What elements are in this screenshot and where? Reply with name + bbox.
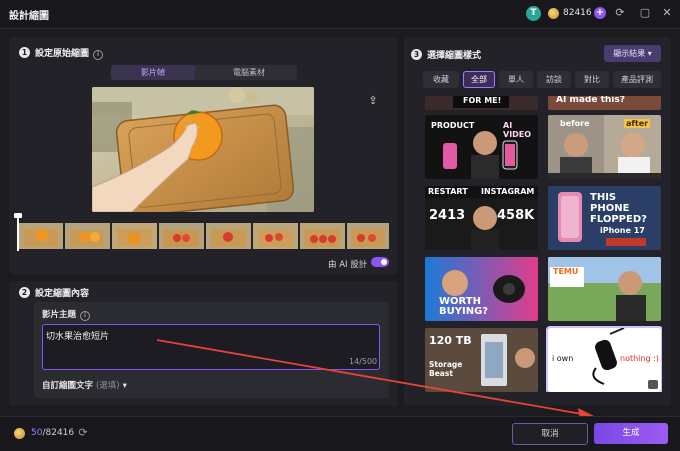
step1-title: 設定原始縮圖: [35, 49, 90, 59]
style-thumbnail-text: before: [560, 119, 590, 128]
tab-computer-assets[interactable]: 電腦素材: [207, 65, 291, 80]
source-toggle: 影片幀 電腦素材: [111, 65, 297, 80]
show-results-dropdown[interactable]: 顯示結果 ▾: [604, 45, 661, 62]
tab-compare[interactable]: 對比: [575, 71, 609, 88]
chevron-down-icon: ▾: [122, 381, 127, 391]
style-thumbnail-text: AI VIDEO: [503, 121, 532, 139]
step3-title: 選擇縮圖樣式: [427, 51, 482, 61]
custom-text-label: 自訂縮圖文字: [42, 381, 94, 391]
video-topic-label-text: 影片主題: [42, 310, 77, 320]
step2-number: 2: [19, 287, 30, 298]
refresh-icon[interactable]: ⟳: [76, 426, 90, 440]
tab-interview[interactable]: 訪談: [537, 71, 571, 88]
ai-design-label: 由 AI 設計: [328, 260, 368, 270]
thumbnail-style-grid: FOR ME! AI made this? PRODUCT AI VIDEO b…: [424, 96, 662, 392]
video-topic-value[interactable]: 切水果治愈短片: [46, 329, 109, 342]
frame-timeline[interactable]: [18, 223, 389, 249]
cutting-orange-image: [92, 87, 314, 212]
style-thumbnail-text: PRODUCT: [431, 121, 475, 130]
upload-icon[interactable]: ⇪: [366, 94, 380, 108]
style-thumbnail-text: RESTART: [428, 187, 468, 196]
style-thumbnail-text: WORTH BUYING?: [439, 296, 489, 317]
style-thumbnail-text: after: [624, 119, 651, 128]
style-thumbnail-text: i own: [552, 354, 574, 363]
refresh-icon[interactable]: ⟳: [613, 6, 627, 20]
style-thumbnail[interactable]: PRODUCT AI VIDEO: [425, 115, 538, 179]
timeline-frame[interactable]: [112, 223, 157, 249]
step2-heading: 2 設定縮圖內容: [19, 286, 89, 299]
style-thumbnail-text: INSTAGRAM: [481, 187, 535, 196]
chevron-down-icon: ▾: [647, 49, 652, 58]
char-counter: 14/500: [349, 357, 378, 366]
tab-video-frame[interactable]: 影片幀: [111, 65, 195, 80]
timeline-frame[interactable]: [300, 223, 345, 249]
style-thumbnail[interactable]: before after: [548, 115, 661, 179]
step1-heading: 1 設定原始縮圖 i: [19, 46, 104, 60]
tab-single[interactable]: 單人: [499, 71, 533, 88]
style-thumbnail-text: Storage Beast: [429, 360, 463, 378]
coin-icon: [14, 428, 25, 439]
coin-icon: [548, 8, 559, 19]
style-thumbnail[interactable]: TEMU: [548, 257, 661, 321]
style-thumbnail[interactable]: RESTART INSTAGRAM 2413 458K: [425, 186, 538, 250]
tab-favorites[interactable]: 收藏: [423, 71, 459, 88]
ai-design-toggle[interactable]: [371, 257, 389, 267]
credits-used: 50: [31, 428, 43, 438]
frame-preview: [92, 87, 314, 212]
maximize-icon[interactable]: ▢: [638, 6, 652, 20]
style-thumbnail-text: 120 TB: [429, 334, 472, 347]
style-thumbnail[interactable]: AI made this?: [548, 96, 661, 110]
timeline-frame[interactable]: [253, 223, 298, 249]
tab-product-review[interactable]: 產品評測: [613, 71, 661, 88]
style-thumbnail[interactable]: WORTH BUYING?: [425, 257, 538, 321]
style-thumbnail-text: iPhone 17: [600, 226, 645, 235]
step1-number: 1: [19, 47, 30, 58]
add-credits-button[interactable]: +: [594, 7, 606, 19]
timeline-frame[interactable]: [347, 223, 389, 249]
timeline-frame[interactable]: [18, 223, 63, 249]
info-icon[interactable]: i: [80, 311, 91, 321]
style-thumbnail-text: AI made this?: [556, 96, 625, 105]
step3-number: 3: [411, 49, 422, 60]
style-thumbnail-text: 458K: [497, 208, 535, 223]
credit-cost: 50/82416: [31, 428, 74, 438]
title-bar: 設計縮圖 T 82416 + ⟳ ▢ ✕: [0, 0, 680, 29]
timeline-frame[interactable]: [159, 223, 204, 249]
custom-text-toggle[interactable]: 自訂縮圖文字 (選填) ▾: [42, 379, 127, 391]
style-thumbnail-text: TEMU: [553, 267, 579, 276]
info-icon[interactable]: i: [93, 50, 104, 60]
credit-balance: 82416: [563, 8, 592, 18]
style-thumbnail-text: FOR ME!: [463, 96, 502, 105]
timeline-frame[interactable]: [206, 223, 251, 249]
generate-button[interactable]: 生成: [594, 423, 668, 444]
cancel-button[interactable]: 取消: [512, 423, 588, 445]
step3-heading: 3 選擇縮圖樣式: [411, 48, 481, 61]
tab-all[interactable]: 全部: [463, 71, 495, 88]
show-results-label: 顯示結果: [613, 49, 646, 58]
style-thumbnail[interactable]: THIS PHONE FLOPPED? iPhone 17: [548, 186, 661, 250]
video-topic-label: 影片主題 i: [42, 308, 91, 321]
timeline-frame[interactable]: [65, 223, 110, 249]
credits-total: /82416: [42, 428, 75, 438]
playhead[interactable]: [17, 215, 19, 251]
style-thumbnail-text: nothing :): [620, 354, 659, 363]
style-thumbnail[interactable]: 120 TB Storage Beast: [425, 328, 538, 392]
style-thumbnail-text: 2413: [429, 208, 466, 223]
optional-label: (選填): [95, 381, 120, 391]
style-thumbnail-selected[interactable]: i own nothing :): [546, 326, 662, 392]
avatar[interactable]: T: [526, 6, 541, 21]
step2-title: 設定縮圖內容: [35, 289, 90, 299]
style-thumbnail[interactable]: FOR ME!: [425, 96, 538, 110]
window-title: 設計縮圖: [9, 11, 49, 22]
style-thumbnail-text: THIS PHONE FLOPPED?: [590, 192, 647, 225]
close-icon[interactable]: ✕: [660, 6, 674, 20]
